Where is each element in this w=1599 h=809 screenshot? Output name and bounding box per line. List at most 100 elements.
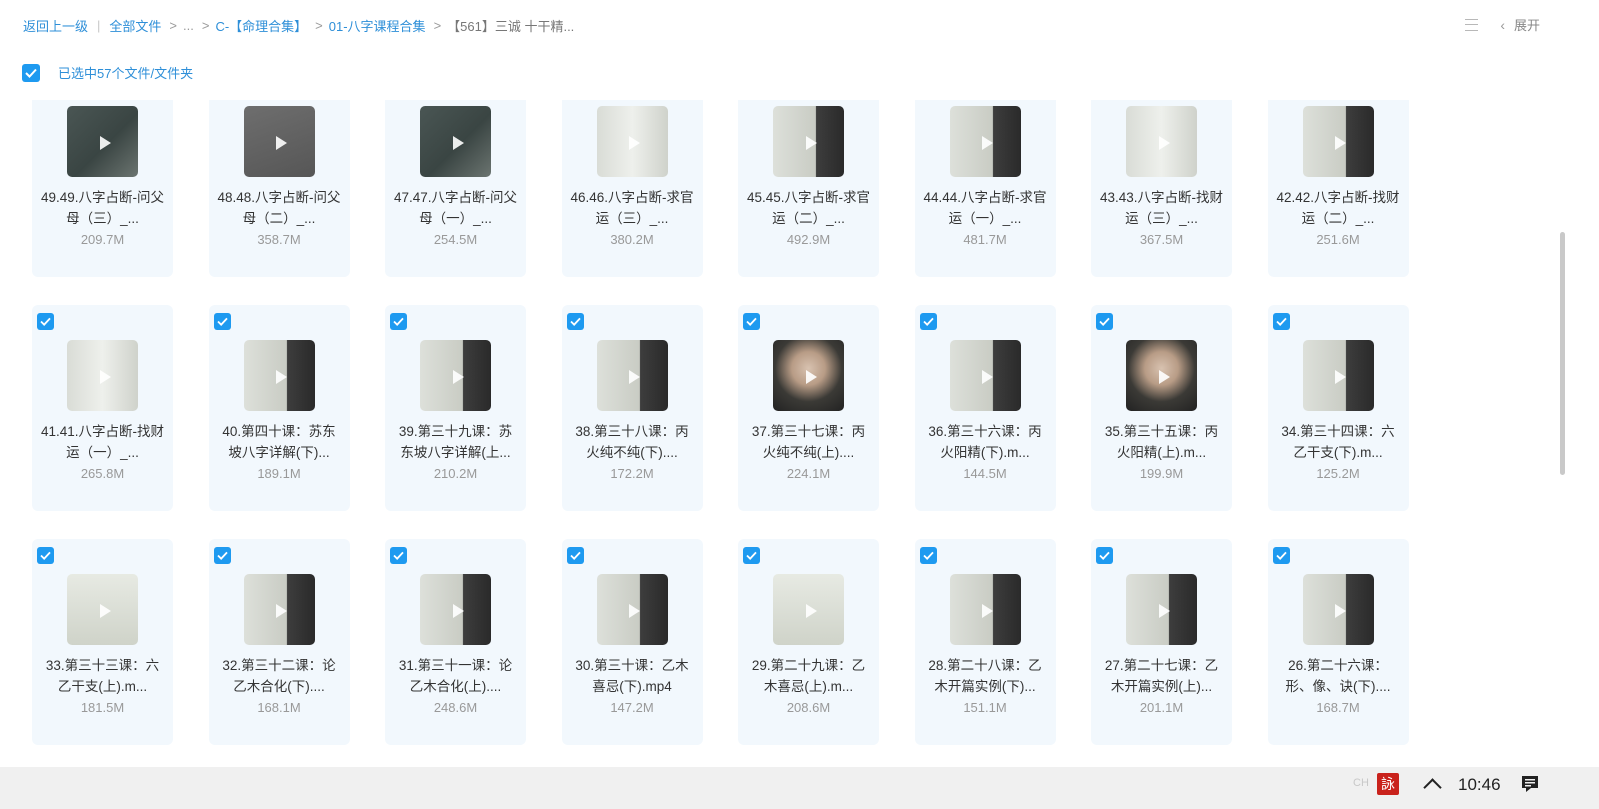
file-card[interactable]: 35.第三十五课：丙火阳精(上).m... 199.9M bbox=[1091, 305, 1232, 511]
file-card[interactable]: 27.第二十七课：乙木开篇实例(上)... 201.1M bbox=[1091, 539, 1232, 745]
file-checkbox[interactable] bbox=[1272, 547, 1290, 564]
file-card[interactable]: 45.45.八字占断-求官运（二）_... 492.9M bbox=[738, 100, 879, 277]
file-card[interactable]: 33.第三十三课：六乙干支(上).m... 181.5M bbox=[32, 539, 173, 745]
file-checkbox[interactable] bbox=[919, 547, 937, 564]
file-name[interactable]: 27.第二十七课：乙木开篇实例(上)... bbox=[1099, 655, 1224, 697]
video-thumbnail[interactable] bbox=[243, 106, 315, 177]
file-checkbox[interactable] bbox=[566, 547, 584, 564]
expand-button[interactable]: 展开 bbox=[1514, 15, 1540, 34]
file-checkbox[interactable] bbox=[1096, 313, 1113, 330]
seal-app-icon[interactable]: 詠 bbox=[1377, 773, 1399, 795]
file-name[interactable]: 45.45.八字占断-求官运（二）_... bbox=[746, 187, 871, 229]
scrollbar[interactable] bbox=[1560, 232, 1565, 475]
breadcrumb-root[interactable]: 全部文件 bbox=[109, 16, 161, 35]
file-card[interactable]: 40.第四十课：苏东坡八字详解(下)... 189.1M bbox=[208, 305, 350, 511]
list-view-icon[interactable] bbox=[1465, 18, 1479, 32]
file-card[interactable]: 48.48.八字占断-问父母（二）_... 358.7M bbox=[208, 100, 350, 277]
file-checkbox[interactable] bbox=[566, 313, 584, 330]
file-card[interactable]: 26.第二十六课：形、像、诀(下).... 168.7M bbox=[1267, 539, 1409, 745]
video-thumbnail[interactable] bbox=[596, 574, 668, 645]
video-thumbnail[interactable] bbox=[420, 340, 491, 411]
breadcrumb-ellipsis[interactable]: ... bbox=[183, 18, 194, 33]
file-checkbox[interactable] bbox=[919, 313, 937, 330]
tray-expand-icon[interactable] bbox=[1423, 778, 1442, 797]
file-checkbox[interactable] bbox=[1272, 313, 1290, 330]
file-name[interactable]: 35.第三十五课：丙火阳精(上).m... bbox=[1099, 421, 1224, 463]
file-name[interactable]: 38.第三十八课：丙火纯不纯(下).... bbox=[570, 421, 695, 463]
file-card[interactable]: 44.44.八字占断-求官运（一）_... 481.7M bbox=[914, 100, 1056, 277]
video-thumbnail[interactable] bbox=[773, 340, 844, 411]
file-name[interactable]: 30.第三十课：乙木喜忌(下).mp4 bbox=[570, 655, 695, 697]
video-thumbnail[interactable] bbox=[773, 106, 844, 177]
video-thumbnail[interactable] bbox=[243, 340, 315, 411]
file-name[interactable]: 37.第三十七课：丙火纯不纯(上).... bbox=[746, 421, 871, 463]
file-checkbox[interactable] bbox=[743, 547, 760, 564]
video-thumbnail[interactable] bbox=[1302, 574, 1374, 645]
video-thumbnail[interactable] bbox=[1126, 106, 1197, 177]
video-thumbnail[interactable] bbox=[596, 106, 668, 177]
file-card[interactable]: 34.第三十四课：六乙干支(下).m... 125.2M bbox=[1267, 305, 1409, 511]
file-checkbox[interactable] bbox=[1096, 547, 1113, 564]
video-thumbnail[interactable] bbox=[949, 574, 1021, 645]
file-name[interactable]: 42.42.八字占断-找财运（二）_... bbox=[1276, 187, 1401, 229]
file-checkbox[interactable] bbox=[37, 313, 54, 330]
video-thumbnail[interactable] bbox=[773, 574, 844, 645]
select-all-checkbox[interactable] bbox=[22, 63, 40, 82]
file-name[interactable]: 31.第三十一课：论乙木合化(上).... bbox=[393, 655, 518, 697]
video-thumbnail[interactable] bbox=[67, 106, 138, 177]
file-card[interactable]: 42.42.八字占断-找财运（二）_... 251.6M bbox=[1267, 100, 1409, 277]
file-card[interactable]: 39.第三十九课：苏东坡八字详解(上... 210.2M bbox=[385, 305, 526, 511]
file-card[interactable]: 31.第三十一课：论乙木合化(上).... 248.6M bbox=[385, 539, 526, 745]
video-thumbnail[interactable] bbox=[1302, 340, 1374, 411]
file-checkbox[interactable] bbox=[213, 547, 231, 564]
video-thumbnail[interactable] bbox=[67, 340, 138, 411]
file-name[interactable]: 33.第三十三课：六乙干支(上).m... bbox=[40, 655, 165, 697]
back-link[interactable]: 返回上一级 bbox=[23, 16, 88, 35]
file-checkbox[interactable] bbox=[390, 313, 407, 330]
breadcrumb-level1[interactable]: C-【命理合集】 bbox=[215, 16, 307, 35]
file-name[interactable]: 32.第三十二课：论乙木合化(下).... bbox=[217, 655, 342, 697]
file-card[interactable]: 46.46.八字占断-求官运（三）_... 380.2M bbox=[561, 100, 703, 277]
file-name[interactable]: 41.41.八字占断-找财运（一）_... bbox=[40, 421, 165, 463]
file-checkbox[interactable] bbox=[213, 313, 231, 330]
breadcrumb-level2[interactable]: 01-八字课程合集 bbox=[329, 16, 426, 35]
file-card[interactable]: 41.41.八字占断-找财运（一）_... 265.8M bbox=[32, 305, 173, 511]
file-card[interactable]: 37.第三十七课：丙火纯不纯(上).... 224.1M bbox=[738, 305, 879, 511]
file-name[interactable]: 46.46.八字占断-求官运（三）_... bbox=[570, 187, 695, 229]
file-name[interactable]: 44.44.八字占断-求官运（一）_... bbox=[923, 187, 1048, 229]
file-card[interactable]: 36.第三十六课：丙火阳精(下).m... 144.5M bbox=[914, 305, 1056, 511]
file-name[interactable]: 26.第二十六课：形、像、诀(下).... bbox=[1276, 655, 1401, 697]
file-card[interactable]: 29.第二十九课：乙木喜忌(上).m... 208.6M bbox=[738, 539, 879, 745]
file-card[interactable]: 30.第三十课：乙木喜忌(下).mp4 147.2M bbox=[561, 539, 703, 745]
file-name[interactable]: 34.第三十四课：六乙干支(下).m... bbox=[1276, 421, 1401, 463]
video-thumbnail[interactable] bbox=[243, 574, 315, 645]
video-thumbnail[interactable] bbox=[67, 574, 138, 645]
file-card[interactable]: 49.49.八字占断-问父母（三）_... 209.7M bbox=[32, 100, 173, 277]
file-name[interactable]: 49.49.八字占断-问父母（三）_... bbox=[40, 187, 165, 229]
chevron-left-icon[interactable]: ‹ bbox=[1500, 17, 1505, 33]
file-name[interactable]: 40.第四十课：苏东坡八字详解(下)... bbox=[217, 421, 342, 463]
file-name[interactable]: 47.47.八字占断-问父母（一）_... bbox=[393, 187, 518, 229]
ime-indicator[interactable]: CH bbox=[1353, 777, 1369, 789]
video-thumbnail[interactable] bbox=[420, 574, 491, 645]
file-name[interactable]: 28.第二十八课：乙木开篇实例(下)... bbox=[923, 655, 1048, 697]
video-thumbnail[interactable] bbox=[1302, 106, 1374, 177]
file-card[interactable]: 43.43.八字占断-找财运（三）_... 367.5M bbox=[1091, 100, 1232, 277]
file-checkbox[interactable] bbox=[743, 313, 760, 330]
file-card[interactable]: 38.第三十八课：丙火纯不纯(下).... 172.2M bbox=[561, 305, 703, 511]
video-thumbnail[interactable] bbox=[1126, 340, 1197, 411]
video-thumbnail[interactable] bbox=[1126, 574, 1197, 645]
clock[interactable]: 10:46 bbox=[1458, 775, 1501, 795]
video-thumbnail[interactable] bbox=[949, 106, 1021, 177]
file-name[interactable]: 36.第三十六课：丙火阳精(下).m... bbox=[923, 421, 1048, 463]
file-name[interactable]: 43.43.八字占断-找财运（三）_... bbox=[1099, 187, 1224, 229]
file-name[interactable]: 39.第三十九课：苏东坡八字详解(上... bbox=[393, 421, 518, 463]
video-thumbnail[interactable] bbox=[420, 106, 491, 177]
file-name[interactable]: 48.48.八字占断-问父母（二）_... bbox=[217, 187, 342, 229]
file-card[interactable]: 28.第二十八课：乙木开篇实例(下)... 151.1M bbox=[914, 539, 1056, 745]
video-thumbnail[interactable] bbox=[596, 340, 668, 411]
notification-icon[interactable] bbox=[1520, 775, 1540, 793]
file-name[interactable]: 29.第二十九课：乙木喜忌(上).m... bbox=[746, 655, 871, 697]
file-checkbox[interactable] bbox=[390, 547, 407, 564]
file-card[interactable]: 32.第三十二课：论乙木合化(下).... 168.1M bbox=[208, 539, 350, 745]
